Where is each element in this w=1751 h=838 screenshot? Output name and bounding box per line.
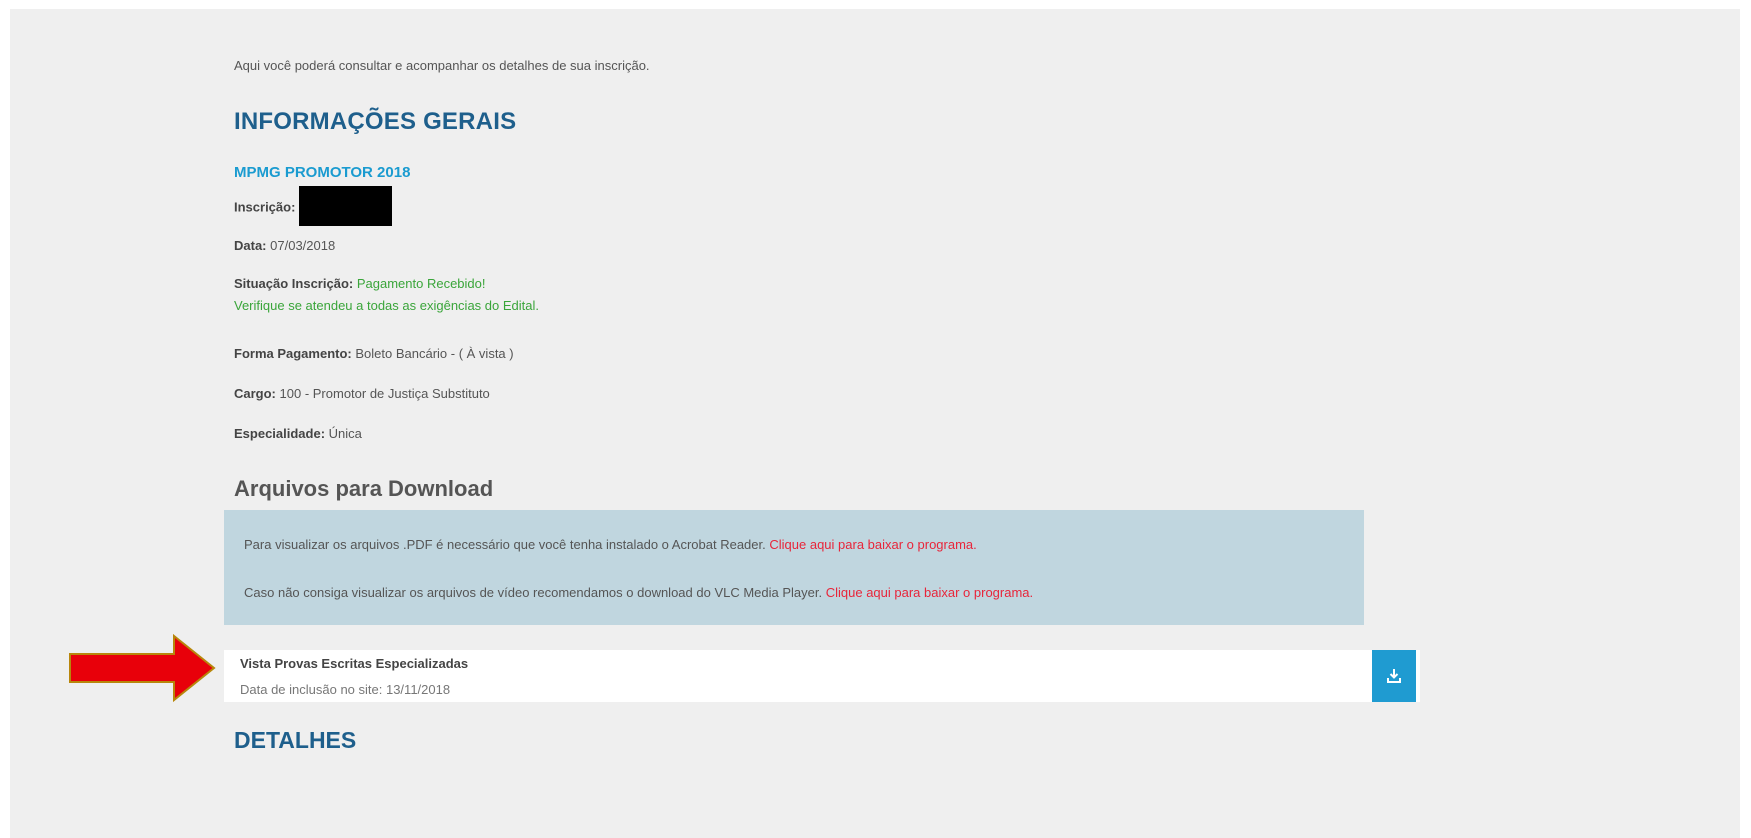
data-row: Data: 07/03/2018 <box>234 238 335 253</box>
file-title: Vista Provas Escritas Especializadas <box>240 656 469 671</box>
red-arrow-annotation <box>69 633 216 703</box>
especialidade-value: Única <box>328 426 362 441</box>
inscricao-label: Inscrição: <box>234 199 296 215</box>
redacted-inscricao <box>299 186 393 226</box>
pagamento-row: Forma Pagamento: Boleto Bancário - ( À v… <box>234 346 514 361</box>
main-panel: Aqui você poderá consultar e acompanhar … <box>10 9 1740 838</box>
pdf-note-line: Para visualizar os arquivos .PDF é neces… <box>244 537 977 552</box>
file-row: Vista Provas Escritas Especializadas Dat… <box>224 650 1420 702</box>
video-note-line: Caso não consiga visualizar os arquivos … <box>244 585 1033 600</box>
file-date: Data de inclusão no site: 13/11/2018 <box>240 682 451 697</box>
cargo-value: 100 - Promotor de Justiça Substituto <box>279 386 490 401</box>
pagamento-label: Forma Pagamento: <box>234 346 352 361</box>
general-info-heading: INFORMAÇÕES GERAIS <box>234 108 517 135</box>
video-note: Caso não consiga visualizar os arquivos … <box>244 585 823 600</box>
download-button[interactable] <box>1372 650 1416 702</box>
situacao-row: Situação Inscrição: Pagamento Recebido! <box>234 276 486 291</box>
especialidade-row: Especialidade: Única <box>234 426 362 441</box>
pdf-note: Para visualizar os arquivos .PDF é neces… <box>244 537 766 552</box>
inscricao-row: Inscrição: <box>234 186 393 228</box>
situacao-value: Pagamento Recebido! <box>356 276 486 291</box>
cargo-label: Cargo: <box>234 386 276 401</box>
situacao-label: Situação Inscrição: <box>234 276 354 291</box>
cargo-row: Cargo: 100 - Promotor de Justiça Substit… <box>234 386 490 401</box>
download-icon <box>1387 669 1401 683</box>
data-value: 07/03/2018 <box>270 238 336 253</box>
acrobat-download-link[interactable]: Clique aqui para baixar o programa. <box>769 537 976 552</box>
vlc-download-link[interactable]: Clique aqui para baixar o programa. <box>826 585 1033 600</box>
intro-text: Aqui você poderá consultar e acompanhar … <box>234 58 650 73</box>
details-heading: DETALHES <box>234 727 357 753</box>
pagamento-value: Boleto Bancário - ( À vista ) <box>355 346 514 361</box>
contest-name: MPMG PROMOTOR 2018 <box>234 164 411 181</box>
download-info-box: Para visualizar os arquivos .PDF é neces… <box>224 510 1364 625</box>
especialidade-label: Especialidade: <box>234 426 326 441</box>
situacao-note: Verifique se atendeu a todas as exigênci… <box>234 298 539 313</box>
data-label: Data: <box>234 238 267 253</box>
downloads-heading: Arquivos para Download <box>234 476 494 501</box>
